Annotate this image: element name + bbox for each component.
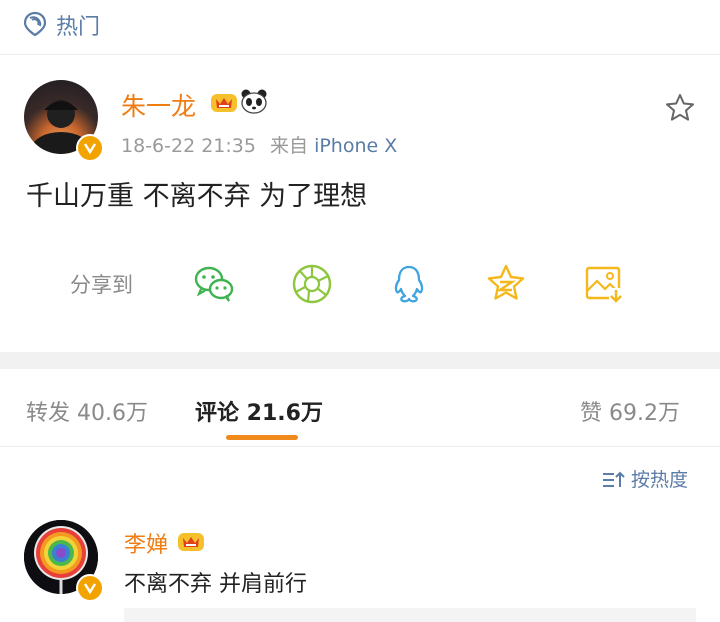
sort-button[interactable]: 按热度 bbox=[601, 465, 688, 492]
verified-badge bbox=[76, 134, 104, 162]
verified-badge bbox=[76, 574, 104, 602]
commenter-name[interactable]: 李婵 bbox=[124, 527, 168, 559]
crown-icon bbox=[178, 533, 204, 551]
moments-icon[interactable] bbox=[290, 262, 334, 306]
reply-preview-box[interactable] bbox=[124, 608, 696, 622]
tab-like[interactable]: 赞 69.2万 bbox=[580, 395, 680, 427]
crown-icon bbox=[211, 94, 237, 112]
panda-icon bbox=[241, 89, 267, 114]
sort-icon bbox=[603, 471, 625, 487]
post-datetime: 18-6-22 21:35 bbox=[121, 135, 256, 157]
comment-text: 不离不弃 并肩前行 bbox=[124, 572, 307, 597]
page-title[interactable]: 热门 bbox=[56, 9, 100, 41]
tabs-divider bbox=[0, 446, 720, 447]
author-name[interactable]: 朱一龙 bbox=[121, 87, 196, 123]
save-image-icon[interactable] bbox=[582, 262, 626, 306]
share-label: 分享到 bbox=[70, 273, 133, 297]
favorite-star-icon[interactable] bbox=[664, 92, 696, 124]
post-source-prefix: 来自 bbox=[270, 135, 309, 157]
sort-label: 按热度 bbox=[631, 469, 689, 491]
top-bar: 热门 bbox=[0, 0, 720, 55]
post-source[interactable]: iPhone X bbox=[314, 135, 397, 157]
post-text: 千山万重 不离不弃 为了理想 bbox=[26, 181, 368, 212]
qq-icon[interactable] bbox=[387, 262, 431, 306]
wechat-icon[interactable] bbox=[192, 262, 236, 306]
tab-comment[interactable]: 评论 21.6万 bbox=[195, 395, 323, 427]
active-tab-indicator bbox=[226, 435, 298, 440]
qzone-icon[interactable] bbox=[484, 262, 528, 306]
tab-repost[interactable]: 转发 40.6万 bbox=[26, 395, 148, 427]
section-divider bbox=[0, 352, 720, 369]
hot-location-icon[interactable] bbox=[22, 11, 48, 37]
post-meta: 18-6-22 21:35 来自 iPhone X bbox=[121, 131, 397, 158]
